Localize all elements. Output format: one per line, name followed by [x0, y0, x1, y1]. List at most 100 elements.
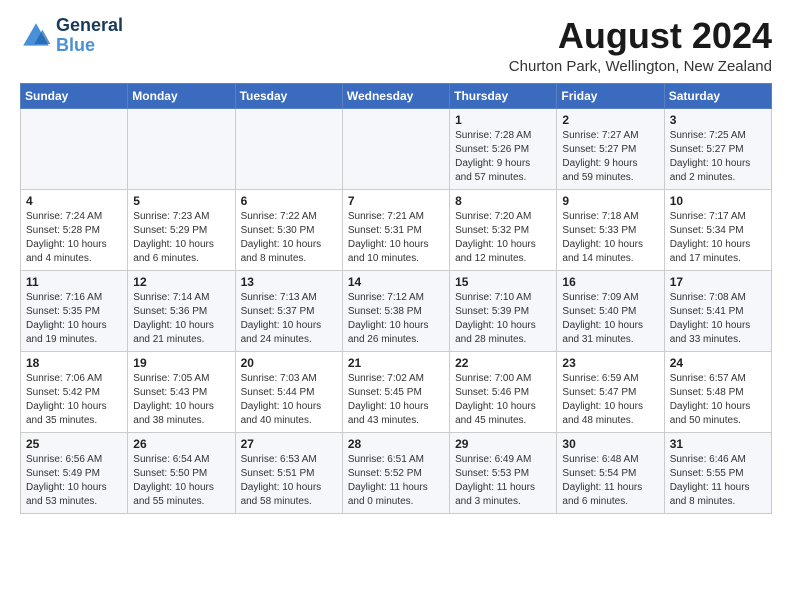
day-info: Sunrise: 7:27 AM Sunset: 5:27 PM Dayligh… [562, 129, 658, 185]
day-info: Sunrise: 7:23 AM Sunset: 5:29 PM Dayligh… [133, 210, 229, 266]
day-number: 11 [26, 275, 122, 289]
calendar-cell: 1 Sunrise: 7:28 AM Sunset: 5:26 PM Daylig… [450, 108, 557, 189]
day-info: Sunrise: 7:16 AM Sunset: 5:35 PM Dayligh… [26, 291, 122, 347]
day-number: 26 [133, 437, 229, 451]
weekday-header-monday: Monday [128, 83, 235, 108]
calendar-table: SundayMondayTuesdayWednesdayThursdayFrid… [20, 83, 772, 514]
calendar-cell: 28 Sunrise: 6:51 AM Sunset: 5:52 PM Dayli… [342, 432, 449, 513]
day-info: Sunrise: 7:24 AM Sunset: 5:28 PM Dayligh… [26, 210, 122, 266]
day-number: 22 [455, 356, 551, 370]
day-number: 14 [348, 275, 444, 289]
calendar-cell: 9 Sunrise: 7:18 AM Sunset: 5:33 PM Daylig… [557, 189, 664, 270]
weekday-header-tuesday: Tuesday [235, 83, 342, 108]
calendar-cell: 12 Sunrise: 7:14 AM Sunset: 5:36 PM Dayli… [128, 270, 235, 351]
location: Churton Park, Wellington, New Zealand [509, 58, 772, 75]
day-info: Sunrise: 7:00 AM Sunset: 5:46 PM Dayligh… [455, 372, 551, 428]
weekday-header-friday: Friday [557, 83, 664, 108]
calendar-cell [235, 108, 342, 189]
week-row-5: 25 Sunrise: 6:56 AM Sunset: 5:49 PM Dayli… [21, 432, 772, 513]
calendar-cell: 18 Sunrise: 7:06 AM Sunset: 5:42 PM Dayli… [21, 351, 128, 432]
day-number: 15 [455, 275, 551, 289]
calendar-cell: 20 Sunrise: 7:03 AM Sunset: 5:44 PM Dayli… [235, 351, 342, 432]
day-info: Sunrise: 7:05 AM Sunset: 5:43 PM Dayligh… [133, 372, 229, 428]
page-header: General Blue August 2024 Churton Park, W… [20, 16, 772, 75]
day-number: 20 [241, 356, 337, 370]
calendar-cell: 23 Sunrise: 6:59 AM Sunset: 5:47 PM Dayli… [557, 351, 664, 432]
calendar-cell: 21 Sunrise: 7:02 AM Sunset: 5:45 PM Dayli… [342, 351, 449, 432]
day-number: 31 [670, 437, 766, 451]
calendar-cell: 11 Sunrise: 7:16 AM Sunset: 5:35 PM Dayli… [21, 270, 128, 351]
calendar-cell: 24Sunrise: 6:57 AM Sunset: 5:48 PM Dayli… [664, 351, 771, 432]
calendar-cell: 2Sunrise: 7:27 AM Sunset: 5:27 PM Daylig… [557, 108, 664, 189]
day-info: Sunrise: 7:09 AM Sunset: 5:40 PM Dayligh… [562, 291, 658, 347]
day-info: Sunrise: 6:56 AM Sunset: 5:49 PM Dayligh… [26, 453, 122, 509]
day-info: Sunrise: 7:25 AM Sunset: 5:27 PM Dayligh… [670, 129, 766, 185]
day-number: 12 [133, 275, 229, 289]
calendar-cell: 17Sunrise: 7:08 AM Sunset: 5:41 PM Dayli… [664, 270, 771, 351]
calendar-cell [342, 108, 449, 189]
day-number: 5 [133, 194, 229, 208]
day-number: 9 [562, 194, 658, 208]
day-info: Sunrise: 7:02 AM Sunset: 5:45 PM Dayligh… [348, 372, 444, 428]
day-info: Sunrise: 6:53 AM Sunset: 5:51 PM Dayligh… [241, 453, 337, 509]
day-info: Sunrise: 7:28 AM Sunset: 5:26 PM Dayligh… [455, 129, 551, 185]
calendar-cell: 14Sunrise: 7:12 AM Sunset: 5:38 PM Dayli… [342, 270, 449, 351]
day-info: Sunrise: 7:18 AM Sunset: 5:33 PM Dayligh… [562, 210, 658, 266]
calendar-cell: 5 Sunrise: 7:23 AM Sunset: 5:29 PM Daylig… [128, 189, 235, 270]
day-number: 8 [455, 194, 551, 208]
day-number: 16 [562, 275, 658, 289]
day-info: Sunrise: 6:51 AM Sunset: 5:52 PM Dayligh… [348, 453, 444, 509]
calendar-cell: 22 Sunrise: 7:00 AM Sunset: 5:46 PM Dayli… [450, 351, 557, 432]
calendar-cell: 15Sunrise: 7:10 AM Sunset: 5:39 PM Dayli… [450, 270, 557, 351]
calendar-cell: 26 Sunrise: 6:54 AM Sunset: 5:50 PM Dayli… [128, 432, 235, 513]
day-number: 23 [562, 356, 658, 370]
day-number: 27 [241, 437, 337, 451]
day-number: 1 [455, 113, 551, 127]
day-number: 4 [26, 194, 122, 208]
weekday-header-row: SundayMondayTuesdayWednesdayThursdayFrid… [21, 83, 772, 108]
day-info: Sunrise: 6:46 AM Sunset: 5:55 PM Dayligh… [670, 453, 766, 509]
day-info: Sunrise: 7:17 AM Sunset: 5:34 PM Dayligh… [670, 210, 766, 266]
calendar-cell: 10Sunrise: 7:17 AM Sunset: 5:34 PM Dayli… [664, 189, 771, 270]
weekday-header-saturday: Saturday [664, 83, 771, 108]
day-number: 30 [562, 437, 658, 451]
calendar-cell [128, 108, 235, 189]
day-number: 7 [348, 194, 444, 208]
day-info: Sunrise: 6:54 AM Sunset: 5:50 PM Dayligh… [133, 453, 229, 509]
logo-text: General Blue [56, 16, 123, 56]
day-info: Sunrise: 6:49 AM Sunset: 5:53 PM Dayligh… [455, 453, 551, 509]
day-info: Sunrise: 7:20 AM Sunset: 5:32 PM Dayligh… [455, 210, 551, 266]
day-info: Sunrise: 7:14 AM Sunset: 5:36 PM Dayligh… [133, 291, 229, 347]
calendar-cell: 13 Sunrise: 7:13 AM Sunset: 5:37 PM Dayli… [235, 270, 342, 351]
day-number: 17 [670, 275, 766, 289]
day-number: 28 [348, 437, 444, 451]
week-row-1: 1 Sunrise: 7:28 AM Sunset: 5:26 PM Daylig… [21, 108, 772, 189]
day-info: Sunrise: 6:48 AM Sunset: 5:54 PM Dayligh… [562, 453, 658, 509]
day-number: 21 [348, 356, 444, 370]
day-info: Sunrise: 7:06 AM Sunset: 5:42 PM Dayligh… [26, 372, 122, 428]
weekday-header-thursday: Thursday [450, 83, 557, 108]
calendar-cell [21, 108, 128, 189]
day-number: 3 [670, 113, 766, 127]
day-number: 19 [133, 356, 229, 370]
day-info: Sunrise: 6:59 AM Sunset: 5:47 PM Dayligh… [562, 372, 658, 428]
weekday-header-wednesday: Wednesday [342, 83, 449, 108]
day-number: 29 [455, 437, 551, 451]
day-number: 13 [241, 275, 337, 289]
day-info: Sunrise: 6:57 AM Sunset: 5:48 PM Dayligh… [670, 372, 766, 428]
day-number: 25 [26, 437, 122, 451]
calendar-cell: 6Sunrise: 7:22 AM Sunset: 5:30 PM Daylig… [235, 189, 342, 270]
week-row-2: 4 Sunrise: 7:24 AM Sunset: 5:28 PM Daylig… [21, 189, 772, 270]
day-info: Sunrise: 7:21 AM Sunset: 5:31 PM Dayligh… [348, 210, 444, 266]
calendar-cell: 30 Sunrise: 6:48 AM Sunset: 5:54 PM Dayli… [557, 432, 664, 513]
logo: General Blue [20, 16, 123, 56]
day-number: 18 [26, 356, 122, 370]
day-info: Sunrise: 7:03 AM Sunset: 5:44 PM Dayligh… [241, 372, 337, 428]
month-year: August 2024 [509, 16, 772, 56]
weekday-header-sunday: Sunday [21, 83, 128, 108]
calendar-cell: 8 Sunrise: 7:20 AM Sunset: 5:32 PM Daylig… [450, 189, 557, 270]
calendar-cell: 3 Sunrise: 7:25 AM Sunset: 5:27 PM Daylig… [664, 108, 771, 189]
day-info: Sunrise: 7:13 AM Sunset: 5:37 PM Dayligh… [241, 291, 337, 347]
calendar-cell: 27 Sunrise: 6:53 AM Sunset: 5:51 PM Dayli… [235, 432, 342, 513]
calendar-cell: 16 Sunrise: 7:09 AM Sunset: 5:40 PM Dayli… [557, 270, 664, 351]
